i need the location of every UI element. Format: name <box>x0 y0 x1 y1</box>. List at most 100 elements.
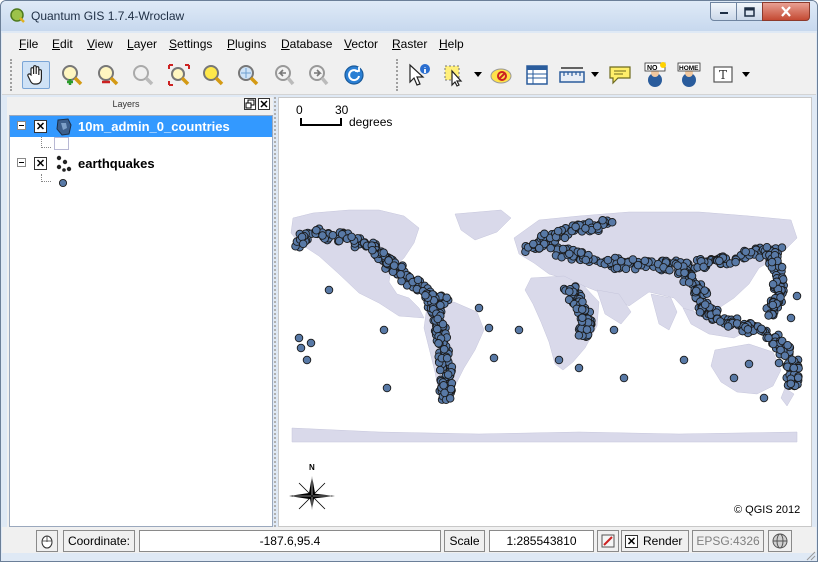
toggle-extents-button[interactable] <box>36 530 58 552</box>
new-bookmark-button[interactable]: NO <box>641 61 669 89</box>
earthquake-point <box>679 355 689 365</box>
measure-line-button[interactable] <box>558 61 586 89</box>
maximize-button[interactable] <box>736 2 763 21</box>
earthquake-point <box>397 262 406 272</box>
close-panel-button[interactable] <box>258 98 270 110</box>
earthquake-point <box>484 323 494 333</box>
menu-view[interactable]: View <box>87 37 113 51</box>
zoom-to-layer-button[interactable] <box>234 61 262 89</box>
layer-row-countries[interactable]: ✕ 10m_admin_0_countries <box>10 116 272 137</box>
measure-dropdown-arrow[interactable] <box>591 72 599 77</box>
zoom-to-selection-button[interactable] <box>199 61 227 89</box>
zoom-in-button[interactable] <box>58 61 86 89</box>
earthquake-point <box>786 379 796 389</box>
coordinate-field[interactable]: -187.6,95.4 <box>139 530 441 552</box>
close-icon <box>260 100 268 108</box>
layers-panel-header[interactable]: Layers <box>7 97 273 113</box>
menu-edit[interactable]: Edit <box>52 37 73 51</box>
layer-visibility-checkbox[interactable]: ✕ <box>34 157 47 170</box>
earthquake-point <box>442 293 451 302</box>
render-checkbox[interactable]: ✕ <box>625 534 638 548</box>
coordinate-label: Coordinate: <box>63 530 135 552</box>
title-bar[interactable]: Quantum GIS 1.7.4-Wroclaw <box>1 1 817 31</box>
earthquake-point <box>312 226 321 235</box>
earthquake-point <box>731 257 740 267</box>
earthquake-point <box>684 278 694 287</box>
new-bookmark-icon: NO <box>644 62 666 87</box>
menu-help[interactable]: Help <box>439 37 464 51</box>
identify-features-button[interactable] <box>405 61 433 89</box>
select-dropdown-arrow[interactable] <box>474 72 482 77</box>
collapse-toggle[interactable] <box>17 121 26 130</box>
earthquake-point <box>581 224 590 233</box>
minimize-button[interactable] <box>710 2 737 21</box>
main-toolbar: NO HOME T <box>2 55 816 95</box>
earthquake-point <box>565 249 574 259</box>
toolbar-grip[interactable] <box>10 59 13 91</box>
refresh-button[interactable] <box>340 61 368 89</box>
menu-file[interactable]: File <box>19 37 38 51</box>
menu-layer[interactable]: Layer <box>127 37 157 51</box>
earthquake-point <box>609 325 619 335</box>
menu-database[interactable]: Database <box>281 37 332 51</box>
earthquake-point <box>433 314 442 324</box>
earthquake-point <box>434 339 443 348</box>
layer-tree: ✕ 10m_admin_0_countries ✕ earthquakes <box>9 115 273 527</box>
earthquake-point <box>757 324 766 334</box>
show-bookmarks-button[interactable]: HOME <box>675 61 703 89</box>
open-attribute-table-button[interactable] <box>523 61 551 89</box>
earthquake-point <box>581 255 591 265</box>
crs-settings-button[interactable] <box>768 530 792 552</box>
text-annotation-button[interactable]: T <box>710 61 738 89</box>
float-panel-button[interactable] <box>244 98 256 110</box>
text-annotation-icon: T <box>713 66 733 83</box>
menu-plugins[interactable]: Plugins <box>227 37 266 51</box>
close-button[interactable] <box>762 2 810 21</box>
zoom-out-icon <box>98 65 119 86</box>
earthquake-point <box>306 338 316 348</box>
window-title: Quantum GIS 1.7.4-Wroclaw <box>31 9 185 23</box>
menu-settings[interactable]: Settings <box>169 37 212 51</box>
earthquake-point <box>578 313 587 323</box>
earthquake-point <box>443 370 453 379</box>
zoom-actual-size-icon <box>133 65 154 86</box>
crs-status[interactable]: EPSG:4326 <box>692 530 764 552</box>
earthquake-point <box>716 317 725 326</box>
zoom-actual-size-button[interactable] <box>129 61 157 89</box>
zoom-full-button[interactable] <box>165 61 193 89</box>
zoom-to-layer-icon <box>238 65 259 86</box>
stop-render-button[interactable] <box>597 530 619 552</box>
zoom-last-button[interactable] <box>270 61 298 89</box>
map-tips-button[interactable] <box>606 61 634 89</box>
map-canvas[interactable]: 0 30 degrees N © QGIS 2012 <box>278 97 812 527</box>
close-icon <box>781 6 791 17</box>
earthquakes-legend-symbol <box>58 177 68 191</box>
qgis-app-icon <box>9 7 25 23</box>
select-features-button[interactable] <box>441 61 469 89</box>
layer-visibility-checkbox[interactable]: ✕ <box>34 120 47 133</box>
layer-row-earthquakes[interactable]: ✕ earthquakes <box>10 153 272 174</box>
collapse-toggle[interactable] <box>17 158 26 167</box>
toolbar-grip[interactable] <box>396 59 399 91</box>
earthquake-point <box>554 355 564 365</box>
earthquake-point <box>574 331 584 340</box>
north-arrow <box>289 476 335 510</box>
zoom-out-button[interactable] <box>94 61 122 89</box>
earthquake-point <box>723 322 733 331</box>
stop-render-icon <box>601 534 615 548</box>
land-greenland <box>454 209 512 241</box>
deselect-all-button[interactable] <box>487 61 515 89</box>
resize-grip[interactable] <box>806 551 816 561</box>
status-bar: Coordinate: -187.6,95.4 Scale 1:28554381… <box>2 527 816 553</box>
maximize-icon <box>744 6 755 17</box>
menu-raster[interactable]: Raster <box>392 37 427 51</box>
earthquake-point <box>786 313 796 323</box>
zoom-next-button[interactable] <box>304 61 332 89</box>
pan-map-button[interactable] <box>22 61 50 89</box>
render-toggle[interactable]: ✕ Render <box>621 530 689 552</box>
annotation-dropdown-arrow[interactable] <box>742 72 750 77</box>
earthquake-point <box>296 343 306 353</box>
menu-vector[interactable]: Vector <box>344 37 378 51</box>
earthquake-point <box>787 355 797 364</box>
scale-field[interactable]: 1:285543810 <box>489 530 594 552</box>
